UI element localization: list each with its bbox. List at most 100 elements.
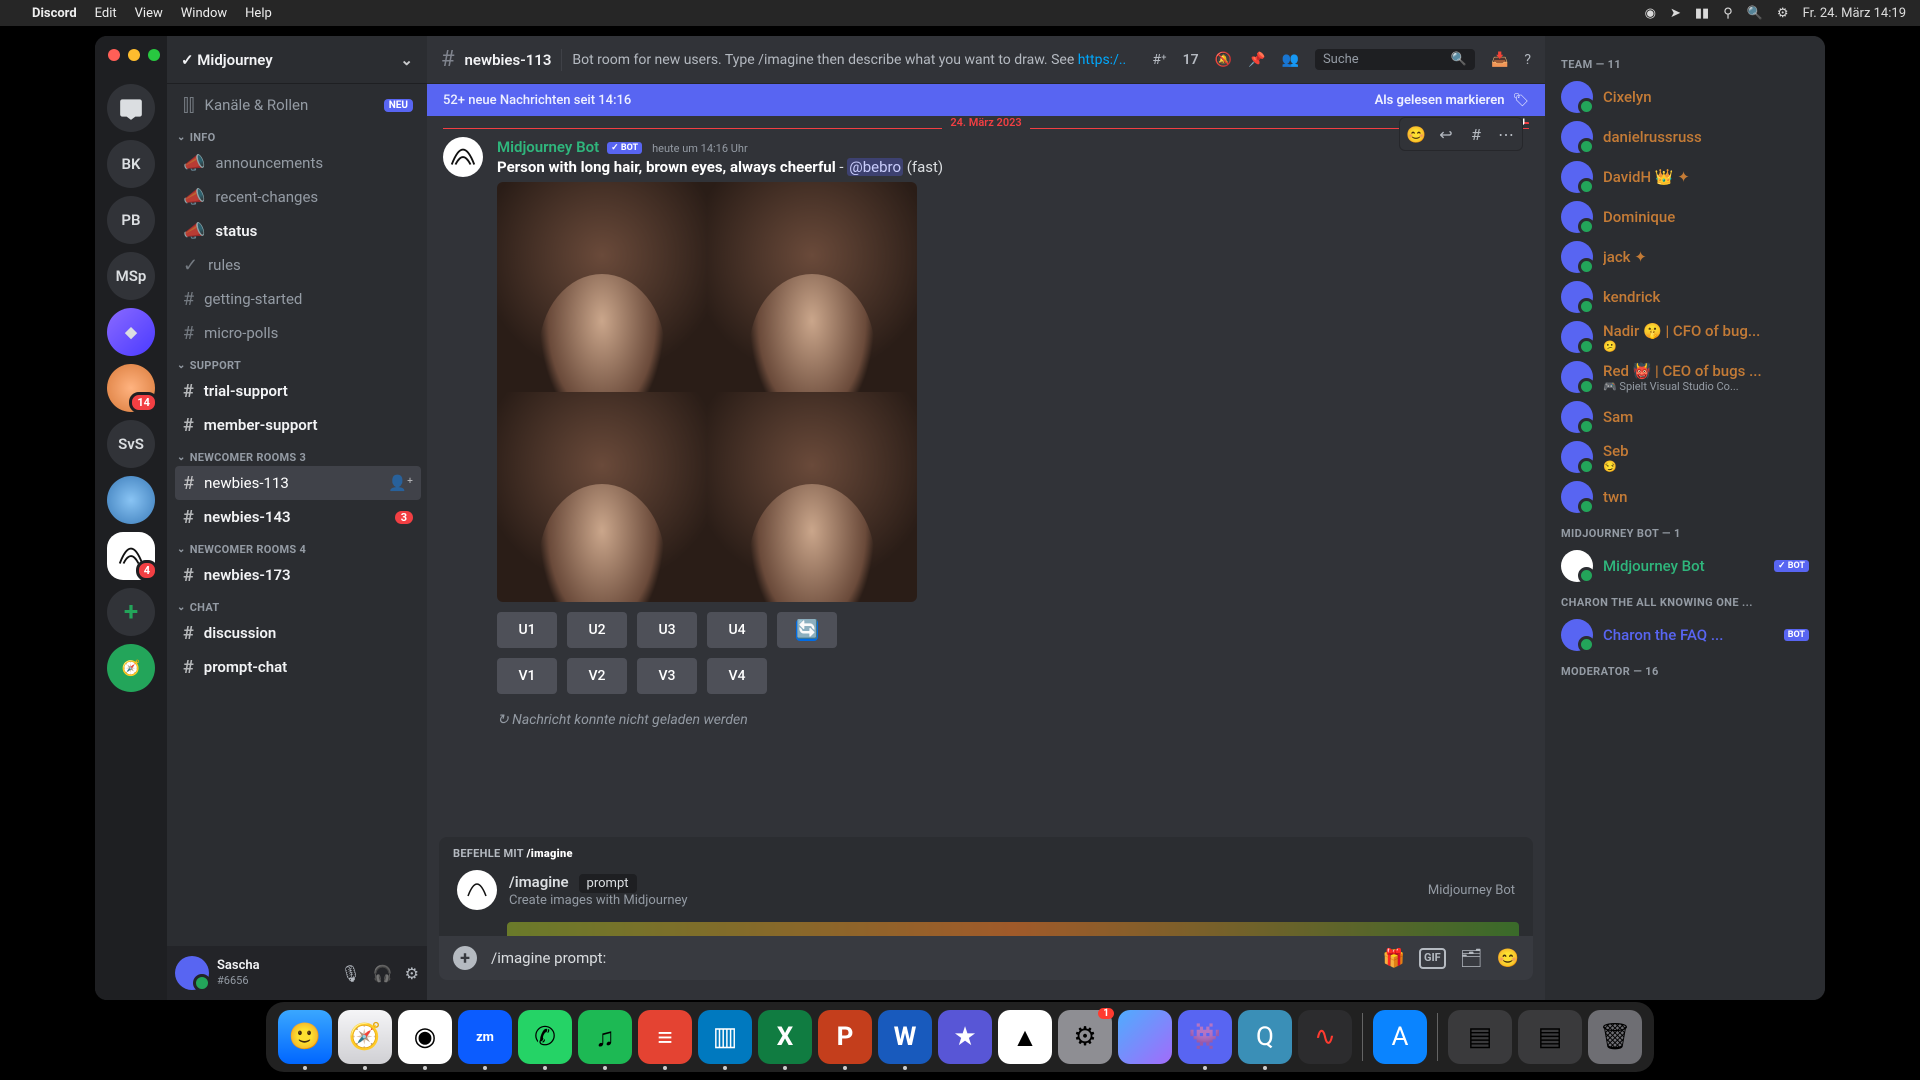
record-icon[interactable]: ◉ xyxy=(1645,6,1656,21)
mark-read-button[interactable]: Als gelesen markieren xyxy=(1375,93,1505,108)
dock-appstore[interactable]: A xyxy=(1373,1010,1427,1064)
menu-edit[interactable]: Edit xyxy=(95,6,117,21)
message-author[interactable]: Midjourney Bot xyxy=(497,138,599,156)
u2-button[interactable]: U2 xyxy=(567,612,627,648)
members-icon[interactable]: 👥 xyxy=(1282,52,1299,68)
attach-icon[interactable]: + xyxy=(453,946,477,970)
sidebar-item-recent-changes[interactable]: 📣recent-changes xyxy=(175,180,421,214)
gif-icon[interactable]: GIF xyxy=(1419,948,1446,969)
rail-home[interactable] xyxy=(107,84,155,132)
sidebar-item-announcements[interactable]: 📣announcements xyxy=(175,146,421,180)
rail-server-msp[interactable]: MSp xyxy=(107,252,155,300)
member-charon[interactable]: Charon the FAQ ... BOT xyxy=(1553,615,1817,655)
sidebar-item-newbies-143[interactable]: #newbies-1433 xyxy=(175,500,421,534)
sidebar-item-getting-started[interactable]: #getting-started xyxy=(175,282,421,316)
zoom-icon[interactable] xyxy=(148,49,160,61)
dock-siri[interactable] xyxy=(1118,1010,1172,1064)
dock-imovie[interactable]: ★ xyxy=(938,1010,992,1064)
rail-server-7[interactable] xyxy=(107,476,155,524)
u1-button[interactable]: U1 xyxy=(497,612,557,648)
rail-server-pb[interactable]: PB xyxy=(107,196,155,244)
gift-icon[interactable]: 🎁 xyxy=(1383,948,1405,969)
v2-button[interactable]: V2 xyxy=(567,658,627,694)
gear-icon[interactable]: ⚙ xyxy=(405,964,419,983)
battery-icon[interactable]: ▮▮ xyxy=(1695,6,1709,21)
rail-server-4[interactable]: ◆ xyxy=(107,308,155,356)
inbox-icon[interactable]: 📥 xyxy=(1491,52,1508,68)
sidebar-category[interactable]: SUPPORT xyxy=(175,350,421,374)
control-center-icon[interactable]: ⚙ xyxy=(1777,6,1789,21)
spotlight-icon[interactable]: 🔍 xyxy=(1747,6,1763,21)
dock-todoist[interactable]: ≡ xyxy=(638,1010,692,1064)
pins-icon[interactable]: 📌 xyxy=(1248,52,1265,68)
message-input[interactable]: + /imagine prompt: 🎁 GIF 🗂 😊 xyxy=(439,936,1533,980)
u4-button[interactable]: U4 xyxy=(707,612,767,648)
sidebar-item-prompt-chat[interactable]: #prompt-chat xyxy=(175,650,421,684)
dock-trash[interactable]: 🗑 xyxy=(1588,1010,1642,1064)
member-item[interactable]: Sam xyxy=(1553,397,1817,437)
sidebar-item-micro-polls[interactable]: #micro-polls xyxy=(175,316,421,350)
dock-zoom[interactable]: zm xyxy=(458,1010,512,1064)
dock-recents-1[interactable]: ▤ xyxy=(1448,1010,1512,1064)
rail-server-svs[interactable]: SvS xyxy=(107,420,155,468)
emoji-icon[interactable]: 😊 xyxy=(1497,948,1519,969)
grid-image-4[interactable] xyxy=(707,392,917,602)
reply-icon[interactable]: ↩ xyxy=(1432,120,1460,148)
dock-powerpoint[interactable]: P xyxy=(818,1010,872,1064)
member-item[interactable]: Nadir 🤫 | CFO of bug...😕 xyxy=(1553,317,1817,357)
rail-server-midjourney[interactable]: 4 xyxy=(107,532,155,580)
grid-image-3[interactable] xyxy=(497,392,707,602)
sidebar-item-rules[interactable]: ✓rules xyxy=(175,248,421,282)
menu-window[interactable]: Window xyxy=(181,6,227,21)
add-person-icon[interactable]: 👤⁺ xyxy=(388,474,413,492)
user-avatar[interactable] xyxy=(175,956,209,990)
autocomplete-item[interactable]: /imagine prompt Create images with Midjo… xyxy=(453,860,1519,922)
menubar-app-name[interactable]: Discord xyxy=(32,6,77,21)
dock-settings[interactable]: ⚙1 xyxy=(1058,1010,1112,1064)
member-item[interactable]: Seb😏 xyxy=(1553,437,1817,477)
reroll-button[interactable]: 🔄 xyxy=(777,612,837,648)
dock-trello[interactable]: ▥ xyxy=(698,1010,752,1064)
dock-voicememos[interactable]: ∿ xyxy=(1298,1010,1352,1064)
sidebar-item-trial-support[interactable]: #trial-support xyxy=(175,374,421,408)
sidebar-category[interactable]: CHAT xyxy=(175,592,421,616)
headphones-icon[interactable]: 🎧 xyxy=(373,964,393,983)
sidebar-item-newbies-113[interactable]: #newbies-113👤⁺ xyxy=(175,466,421,500)
rail-server-bk[interactable]: BK xyxy=(107,140,155,188)
mic-icon[interactable]: 🎙 xyxy=(340,964,360,983)
member-item[interactable]: kendrick xyxy=(1553,277,1817,317)
dock-spotify[interactable]: ♫ xyxy=(578,1010,632,1064)
member-item[interactable]: twn xyxy=(1553,477,1817,517)
member-item[interactable]: jack ✦ xyxy=(1553,237,1817,277)
member-item[interactable]: Dominique xyxy=(1553,197,1817,237)
threads-icon[interactable]: #⁺ xyxy=(1152,52,1166,68)
member-bot[interactable]: Midjourney Bot ✓ BOT xyxy=(1553,546,1817,586)
dock-safari[interactable]: 🧭 xyxy=(338,1010,392,1064)
dock-drive[interactable]: ▲ xyxy=(998,1010,1052,1064)
dock-discord[interactable]: 👾 xyxy=(1178,1010,1232,1064)
sidebar-category[interactable]: NEWCOMER ROOMS 3 xyxy=(175,442,421,466)
dock-excel[interactable]: X xyxy=(758,1010,812,1064)
dock-finder[interactable]: 🙂 xyxy=(278,1010,332,1064)
wifi-icon[interactable]: ⚲ xyxy=(1723,6,1733,21)
sidebar-item-newbies-173[interactable]: #newbies-173 xyxy=(175,558,421,592)
minimize-icon[interactable] xyxy=(128,49,140,61)
thread-icon[interactable]: # xyxy=(1462,120,1490,148)
u3-button[interactable]: U3 xyxy=(637,612,697,648)
help-icon[interactable]: ? xyxy=(1524,52,1531,68)
v4-button[interactable]: V4 xyxy=(707,658,767,694)
react-icon[interactable]: 😊 xyxy=(1402,120,1430,148)
menu-help[interactable]: Help xyxy=(245,6,272,21)
location-icon[interactable]: ➤ xyxy=(1670,6,1681,21)
rail-explore[interactable]: 🧭 xyxy=(107,644,155,692)
member-item[interactable]: DavidH 👑 ✦ xyxy=(1553,157,1817,197)
dock-quicktime[interactable]: Q xyxy=(1238,1010,1292,1064)
rail-server-5[interactable]: 14 xyxy=(107,364,155,412)
bot-avatar[interactable] xyxy=(443,137,483,177)
v3-button[interactable]: V3 xyxy=(637,658,697,694)
dock-recents-2[interactable]: ▤ xyxy=(1518,1010,1582,1064)
member-item[interactable]: Red 👹 | CEO of bugs ...🎮 Spielt Visual S… xyxy=(1553,357,1817,397)
image-grid[interactable] xyxy=(497,182,917,602)
close-icon[interactable] xyxy=(108,49,120,61)
sidebar-item-status[interactable]: 📣status xyxy=(175,214,421,248)
